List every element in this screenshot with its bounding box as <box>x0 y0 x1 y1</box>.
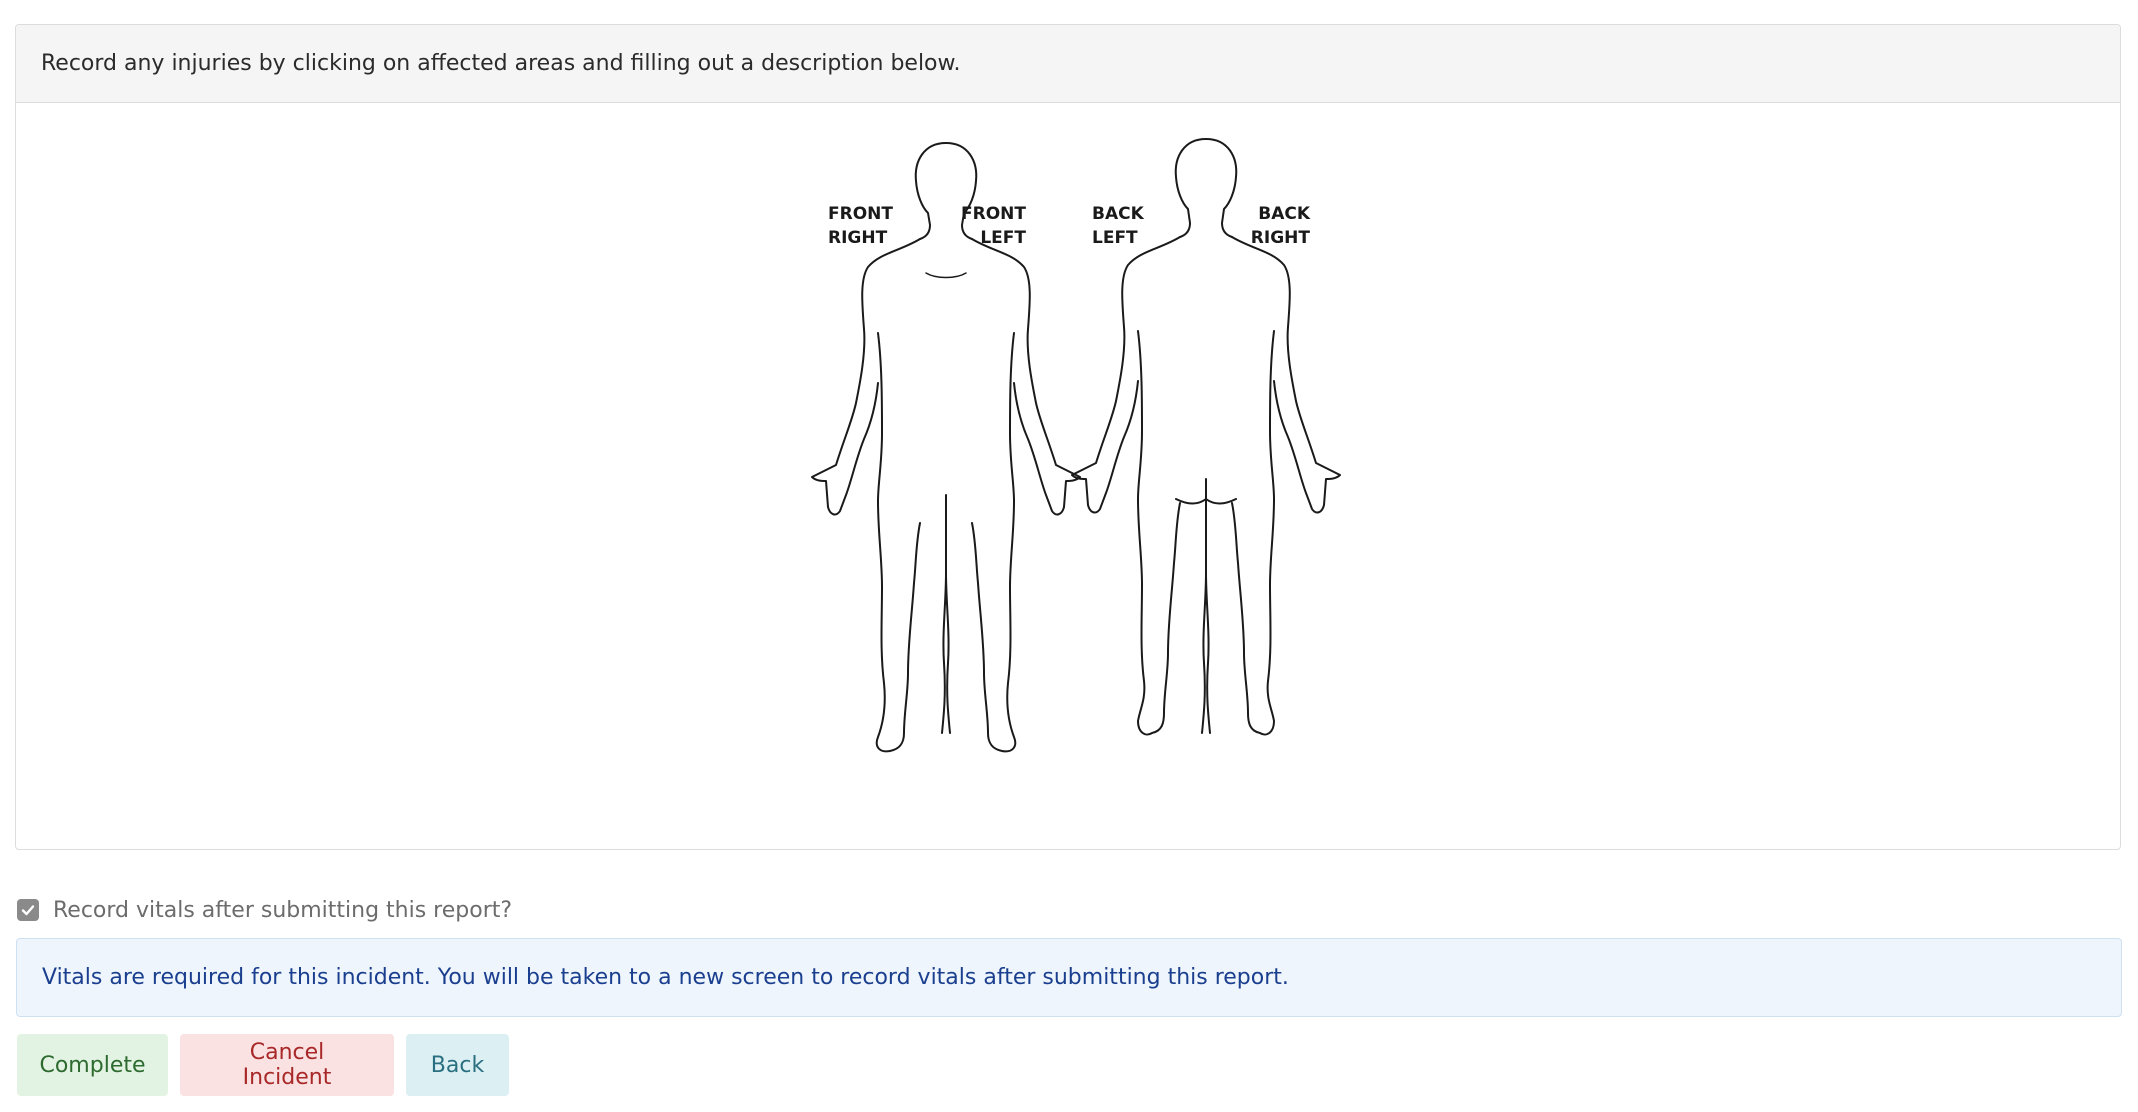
front-right-side[interactable] <box>811 238 921 753</box>
label-back-right-1: BACK <box>1258 204 1311 224</box>
vitals-required-notice: Vitals are required for this incident. Y… <box>16 938 2122 1017</box>
record-vitals-checkbox[interactable] <box>17 899 39 921</box>
card-header: Record any injuries by clicking on affec… <box>16 25 2120 103</box>
front-left-side[interactable] <box>971 238 1081 753</box>
label-front-right-2: RIGHT <box>828 228 888 248</box>
label-back-right-2: RIGHT <box>1251 228 1311 248</box>
vitals-required-text: Vitals are required for this incident. Y… <box>42 965 1289 990</box>
back-right-side[interactable] <box>1231 236 1341 736</box>
back-button[interactable]: Back <box>406 1034 509 1096</box>
card-body: FRONT RIGHT FRONT LEFT BACK LEFT BACK RI… <box>16 103 2120 849</box>
front-legs-inner[interactable] <box>941 494 951 734</box>
action-buttons: Complete Cancel Incident Back <box>17 1034 509 1096</box>
back-legs-inner[interactable] <box>1201 506 1211 734</box>
label-front-right-1: FRONT <box>828 204 893 224</box>
back-left-side[interactable] <box>1071 236 1181 736</box>
injury-report-page: Record any injuries by clicking on affec… <box>0 0 2138 1112</box>
body-diagram[interactable]: FRONT RIGHT FRONT LEFT BACK LEFT BACK RI… <box>796 103 1356 849</box>
complete-button[interactable]: Complete <box>17 1034 168 1096</box>
label-front-left-2: LEFT <box>980 228 1026 248</box>
label-back-left-2: LEFT <box>1092 228 1138 248</box>
back-head[interactable] <box>1174 138 1238 238</box>
label-back-left-1: BACK <box>1092 204 1145 224</box>
cancel-incident-button[interactable]: Cancel Incident <box>180 1034 394 1096</box>
front-head[interactable] <box>914 142 978 240</box>
injury-card: Record any injuries by clicking on affec… <box>15 24 2121 850</box>
checkmark-icon <box>21 905 35 916</box>
instructions-text: Record any injuries by clicking on affec… <box>41 51 961 76</box>
record-vitals-label: Record vitals after submitting this repo… <box>53 897 513 923</box>
back-buttocks[interactable] <box>1175 478 1237 508</box>
record-vitals-row: Record vitals after submitting this repo… <box>17 896 512 924</box>
label-front-left-1: FRONT <box>961 204 1026 224</box>
